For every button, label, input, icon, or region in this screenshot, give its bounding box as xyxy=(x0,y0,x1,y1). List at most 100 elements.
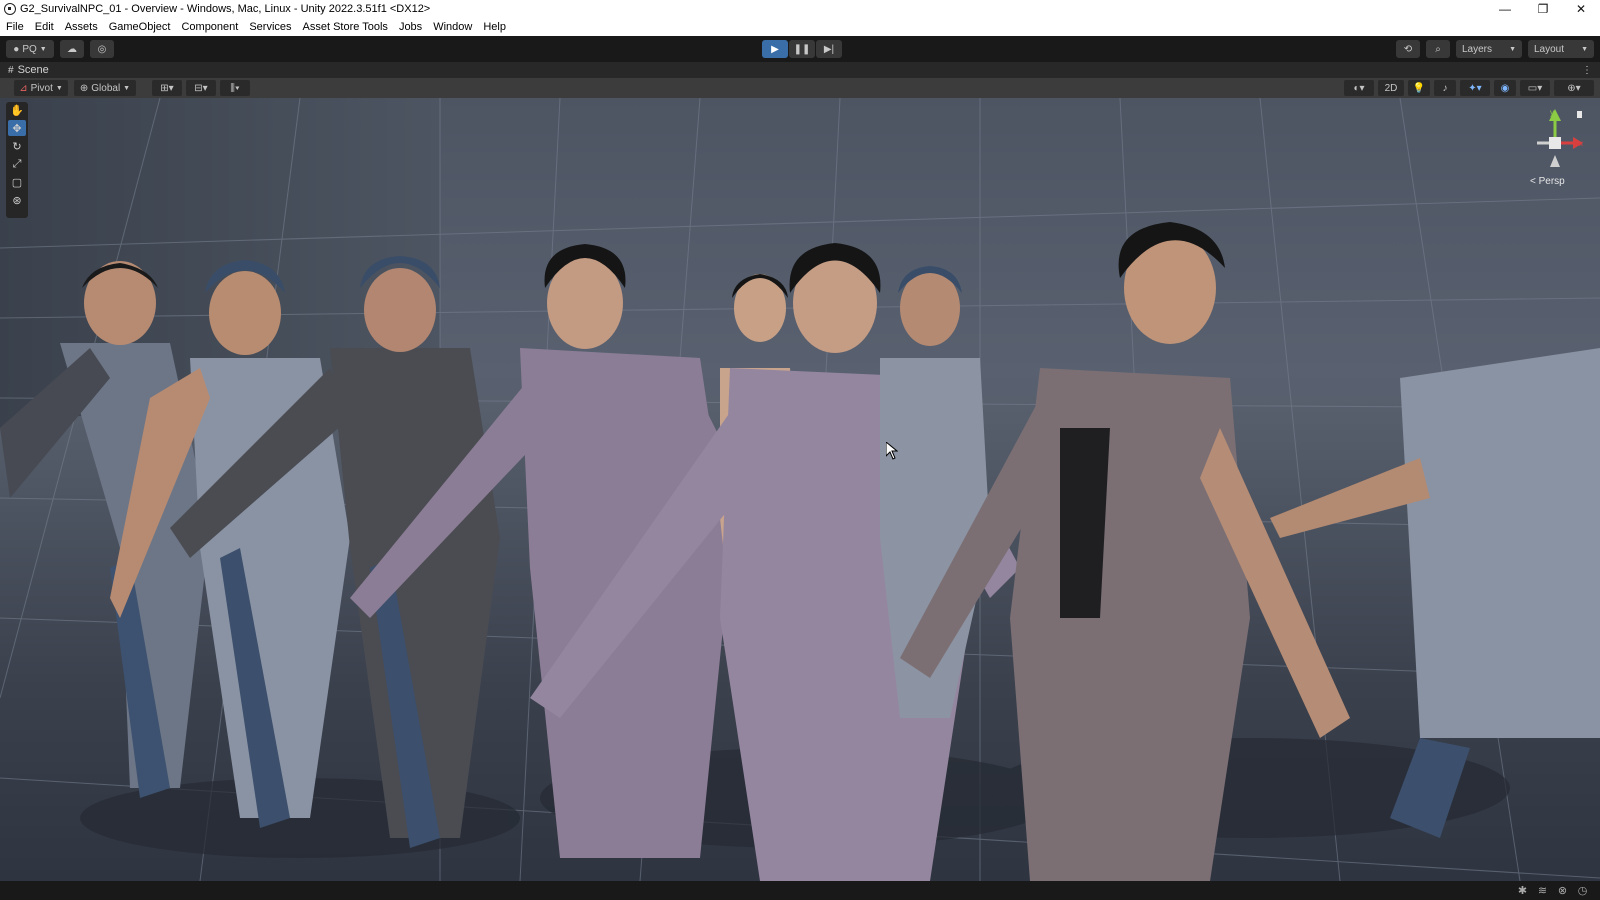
scale-tool-icon: ⤢ xyxy=(12,157,22,170)
rect-tool-button[interactable]: ▢ xyxy=(8,174,26,190)
move-tool-button[interactable]: ✥ xyxy=(8,120,26,136)
snap-icon: ⊟▾ xyxy=(194,82,208,94)
pivot-icon: ⊿ xyxy=(19,82,28,94)
audio-toggle[interactable]: ♪ xyxy=(1434,80,1456,96)
maximize-button[interactable]: ❐ xyxy=(1524,0,1562,18)
lightbulb-icon: 💡 xyxy=(1412,82,1426,94)
close-button[interactable]: ✕ xyxy=(1562,0,1600,18)
menu-services[interactable]: Services xyxy=(243,21,296,33)
step-icon: ▶| xyxy=(823,43,835,55)
eye-icon: ◉ xyxy=(1500,82,1510,94)
layout-label: Layout xyxy=(1534,43,1565,55)
status-bar: ✱ ≋ ⊗ ◷ xyxy=(0,881,1600,900)
gizmo-y-label: y xyxy=(1550,108,1554,117)
camera-dropdown[interactable]: ▭▾ xyxy=(1520,80,1550,96)
menu-component[interactable]: Component xyxy=(175,21,243,33)
hand-tool-button[interactable]: ✋ xyxy=(8,102,26,118)
effects-icon: ✦▾ xyxy=(1468,82,1482,94)
chevron-down-icon: ▼ xyxy=(123,84,131,92)
cloud-icon: ☁ xyxy=(67,43,77,55)
gizmo-icon: ⊕▾ xyxy=(1567,82,1581,94)
move-tool-icon: ✥ xyxy=(12,122,22,135)
rotate-tool-icon: ↻ xyxy=(12,140,22,153)
debug-icon[interactable]: ⊗ xyxy=(1556,884,1569,897)
align-button[interactable]: ⫼▾ xyxy=(220,80,250,96)
draw-mode-dropdown[interactable]: ◐▾ xyxy=(1344,80,1374,96)
main-toolbar: ● PQ ▼ ☁ ◎ ▶ ❚❚ ▶| ⟲ ⌕ Layers ▼ Layout ▼ xyxy=(0,36,1600,63)
shading-sphere-icon: ◐▾ xyxy=(1353,82,1365,94)
account-icon[interactable]: ◷ xyxy=(1576,884,1589,897)
layers-label: Layers xyxy=(1462,43,1493,55)
scale-tool-button[interactable]: ⤢ xyxy=(8,156,26,172)
window-title: G2_SurvivalNPC_01 - Overview - Windows, … xyxy=(20,3,431,15)
camera-icon: ▭▾ xyxy=(1527,82,1543,94)
layout-dropdown[interactable]: Layout ▼ xyxy=(1528,40,1594,58)
projection-label[interactable]: < Persp xyxy=(1530,176,1565,187)
chevron-down-icon: ▼ xyxy=(1581,45,1588,53)
account-dropdown[interactable]: ● PQ ▼ xyxy=(6,40,54,58)
menu-window[interactable]: Window xyxy=(427,21,477,33)
gizmos-dropdown[interactable]: ⊕▾ xyxy=(1554,80,1594,96)
menu-file[interactable]: File xyxy=(0,21,29,33)
align-icon: ⫼▾ xyxy=(230,82,240,94)
unity-logo-icon xyxy=(4,3,16,15)
tool-palette: ✋ ✥ ↻ ⤢ ▢ ⊛ xyxy=(6,102,28,218)
hand-tool-icon: ✋ xyxy=(10,104,24,117)
account-icon: ● xyxy=(13,43,20,55)
gizmo-x-label: x xyxy=(1579,139,1583,148)
hash-icon: # xyxy=(8,64,14,76)
pause-icon: ❚❚ xyxy=(793,43,811,55)
play-icon: ▶ xyxy=(771,43,779,55)
collab-icon: ◎ xyxy=(97,43,107,55)
search-button[interactable]: ⌕ xyxy=(1426,40,1450,58)
search-icon: ⌕ xyxy=(1435,43,1441,55)
audio-icon: ♪ xyxy=(1442,82,1448,94)
grid-icon: ⊞▾ xyxy=(160,82,174,94)
mouse-cursor-icon xyxy=(886,442,898,460)
menu-bar: File Edit Assets GameObject Component Se… xyxy=(0,18,1600,36)
account-label: PQ xyxy=(22,43,37,55)
globe-icon: ⊕ xyxy=(79,82,89,94)
effects-dropdown[interactable]: ✦▾ xyxy=(1460,80,1490,96)
rotate-tool-button[interactable]: ↻ xyxy=(8,138,26,154)
chevron-down-icon: ▼ xyxy=(55,84,63,92)
transform-tool-button[interactable]: ⊛ xyxy=(8,192,26,208)
global-dropdown[interactable]: ⊕ Global ▼ xyxy=(74,80,136,96)
menu-gameobject[interactable]: GameObject xyxy=(103,21,176,33)
layers-icon[interactable]: ≋ xyxy=(1536,884,1549,897)
layers-dropdown[interactable]: Layers ▼ xyxy=(1456,40,1522,58)
pivot-label: Pivot xyxy=(30,82,53,94)
global-label: Global xyxy=(91,82,121,94)
play-button[interactable]: ▶ xyxy=(762,40,788,58)
menu-asset-store-tools[interactable]: Asset Store Tools xyxy=(297,21,393,33)
pause-button[interactable]: ❚❚ xyxy=(789,40,815,58)
hidden-objects-toggle[interactable]: ◉ xyxy=(1494,80,1516,96)
cloud-button[interactable]: ☁ xyxy=(60,40,84,58)
menu-help[interactable]: Help xyxy=(477,21,511,33)
undo-history-button[interactable]: ⟲ xyxy=(1396,40,1420,58)
step-button[interactable]: ▶| xyxy=(816,40,842,58)
title-bar: G2_SurvivalNPC_01 - Overview - Windows, … xyxy=(0,0,1600,18)
transform-tool-icon: ⊛ xyxy=(12,194,22,207)
2d-label: 2D xyxy=(1384,82,1398,94)
grid-snap-button[interactable]: ⊞▾ xyxy=(152,80,182,96)
scene-tab-bar: # Scene ⋮ xyxy=(0,62,1600,78)
lighting-toggle[interactable]: 💡 xyxy=(1408,80,1430,96)
menu-jobs[interactable]: Jobs xyxy=(393,21,427,33)
chevron-down-icon: ▼ xyxy=(39,45,47,53)
2d-toggle[interactable]: 2D xyxy=(1378,80,1404,96)
npc-characters xyxy=(0,222,1600,881)
chevron-down-icon: ▼ xyxy=(1509,45,1516,53)
bug-icon[interactable]: ✱ xyxy=(1516,884,1529,897)
pivot-dropdown[interactable]: ⊿ Pivot ▼ xyxy=(14,80,68,96)
snap-increment-button[interactable]: ⊟▾ xyxy=(186,80,216,96)
rect-tool-icon: ▢ xyxy=(11,176,23,189)
minimize-button[interactable]: — xyxy=(1486,0,1524,18)
menu-edit[interactable]: Edit xyxy=(29,21,59,33)
collab-button[interactable]: ◎ xyxy=(90,40,114,58)
menu-assets[interactable]: Assets xyxy=(59,21,103,33)
kebab-menu-icon[interactable]: ⋮ xyxy=(1582,65,1592,76)
scene-view-toolbar: ⊿ Pivot ▼ ⊕ Global ▼ ⊞▾ ⊟▾ ⫼▾ ◐▾ 2D 💡 ♪ … xyxy=(0,78,1600,98)
history-icon: ⟲ xyxy=(1403,43,1413,55)
tab-scene[interactable]: Scene xyxy=(18,64,49,76)
